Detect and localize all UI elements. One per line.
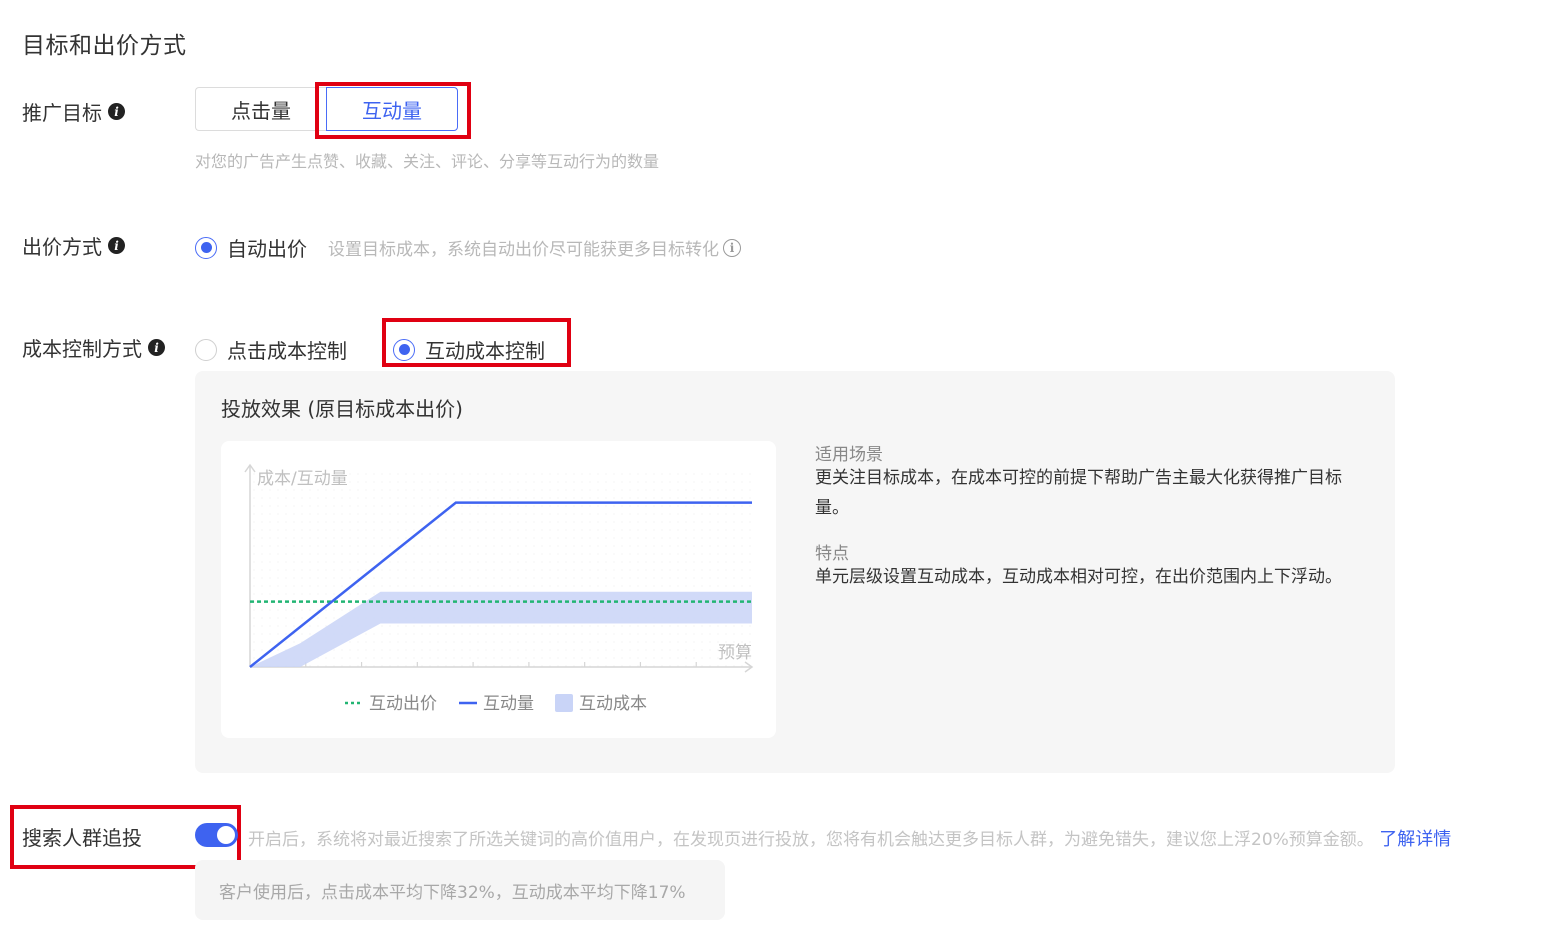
info-icon[interactable]: i (108, 103, 125, 120)
legend-label-cost: 互动成本 (579, 694, 647, 714)
feature-text: 单元层级设置互动成本，互动成本相对可控，在出价范围内上下浮动。 (815, 567, 1342, 587)
radio-click-cost[interactable] (195, 338, 217, 361)
info-icon[interactable]: i (108, 237, 125, 254)
legend-label-bid: 互动出价 (369, 694, 437, 714)
cost-control-option-interaction-label[interactable]: 互动成本控制 (425, 335, 545, 364)
promotion-goal-label-row: 推广目标 i (22, 97, 125, 126)
goal-option-clicks[interactable]: 点击量 (195, 87, 326, 131)
search-retarget-stats-text: 客户使用后，点击成本平均下降32%，互动成本平均下降17% (219, 882, 686, 903)
effect-chart: 成本/互动量 预算 互动出价 互动量 互动成本 (244, 463, 754, 714)
legend-swatch-cost (555, 694, 573, 712)
effect-chart-card: 成本/互动量 预算 互动出价 互动量 互动成本 (221, 441, 776, 738)
search-retarget-hint-row: 开启后，系统将对最近搜索了所选关键词的高价值用户，在发现页进行投放，您将有机会触… (248, 825, 1548, 851)
goal-option-interactions[interactable]: 互动量 (326, 87, 458, 131)
cost-control-label-row: 成本控制方式 i (22, 333, 165, 362)
x-axis-label: 预算 (718, 643, 752, 663)
cost-control-label: 成本控制方式 (22, 337, 142, 361)
learn-more-link[interactable]: 了解详情 (1379, 829, 1451, 850)
search-retarget-label: 搜索人群追投 (22, 826, 142, 850)
radio-interaction-cost[interactable] (393, 338, 415, 361)
scenario-label: 适用场景 (815, 445, 883, 465)
bid-method-label-row: 出价方式 i (22, 231, 125, 260)
legend-label-interactions: 互动量 (483, 694, 534, 714)
bid-method-label: 出价方式 (22, 235, 102, 259)
info-icon[interactable]: i (148, 339, 165, 356)
promotion-goal-hint: 对您的广告产生点赞、收藏、关注、评论、分享等互动行为的数量 (195, 152, 660, 171)
promotion-goal-label: 推广目标 (22, 101, 102, 125)
cost-control-option-click[interactable]: 点击成本控制 (195, 335, 347, 364)
search-retarget-hint: 开启后，系统将对最近搜索了所选关键词的高价值用户，在发现页进行投放，您将有机会触… (248, 830, 1374, 850)
bid-method-hint: 设置目标成本，系统自动出价尽可能获更多目标转化 (328, 240, 719, 260)
radio-auto-bid[interactable] (195, 236, 217, 259)
info-outline-icon[interactable]: i (723, 238, 741, 257)
section-title: 目标和出价方式 (22, 33, 187, 59)
feature-label: 特点 (815, 544, 849, 564)
promotion-goal-segmented: 点击量 互动量 (195, 87, 458, 131)
bid-method-option[interactable]: 自动出价 (195, 233, 307, 262)
cost-control-option-interaction[interactable]: 互动成本控制 (393, 335, 545, 364)
search-retarget-toggle[interactable] (195, 823, 238, 847)
y-axis-label: 成本/互动量 (257, 469, 348, 489)
scenario-text: 更关注目标成本，在成本可控的前提下帮助广告主最大化获得推广目标量。 (815, 468, 1342, 518)
effect-panel-title: 投放效果 (原目标成本出价) (221, 397, 463, 421)
bid-method-hint-row: 设置目标成本，系统自动出价尽可能获更多目标转化 i (328, 235, 741, 260)
cost-control-option-click-label[interactable]: 点击成本控制 (227, 335, 347, 364)
search-retarget-stats: 客户使用后，点击成本平均下降32%，互动成本平均下降17% (195, 860, 725, 920)
bid-method-option-label[interactable]: 自动出价 (227, 233, 307, 262)
